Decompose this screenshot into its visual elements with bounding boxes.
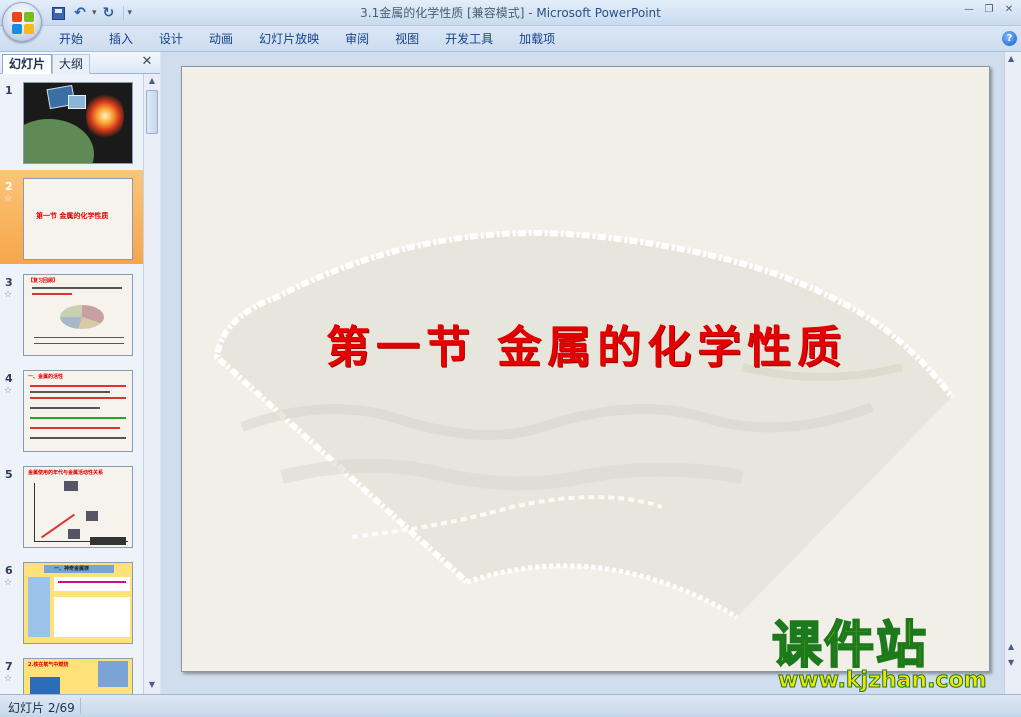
ribbon: 开始 插入 设计 动画 幻灯片放映 审阅 视图 开发工具 加载项 ? [0, 26, 1021, 52]
scroll-down-icon[interactable]: ▼ [147, 680, 157, 690]
slide-number: 5 [5, 468, 13, 481]
watermark-text: 课件站 [771, 615, 928, 675]
window-title-app: Microsoft PowerPoint [536, 6, 661, 20]
slide-editor: 第一节 金属的化学性质 ▲ ▲ ▼ [161, 52, 1021, 694]
scroll-thumb[interactable] [146, 90, 158, 134]
slide-thumbnail-1[interactable] [23, 82, 133, 164]
slide-thumbnail-2[interactable]: 第一节 金属的化学性质 [23, 178, 133, 260]
office-logo-icon [12, 12, 34, 34]
slide-number: 3 [5, 276, 13, 289]
slide-thumbnail-5[interactable]: 金属使用的年代与金属活动性关系 [23, 466, 133, 548]
animation-star-icon: ☆ [4, 674, 13, 684]
slide-thumbnails: 1 2 ☆ 第一节 金属的化学性质 3 ☆ 【复习回顾】 4 ☆ 一、金属的活性… [0, 74, 143, 694]
undo-icon: ↶ [74, 5, 86, 21]
slide-number: 6 [5, 564, 13, 577]
tab-animations[interactable]: 动画 [196, 26, 246, 52]
editor-scrollbar[interactable]: ▲ ▲ ▼ [1004, 52, 1021, 694]
scroll-up-icon[interactable]: ▲ [1008, 54, 1014, 63]
animation-star-icon: ☆ [4, 194, 13, 204]
window-controls: — ❐ ✕ [961, 3, 1017, 15]
tab-developer[interactable]: 开发工具 [432, 26, 506, 52]
status-separator [80, 698, 81, 714]
slide-thumbnail-row-selected[interactable]: 2 ☆ 第一节 金属的化学性质 [0, 170, 143, 264]
scroll-up-icon[interactable]: ▲ [147, 76, 157, 86]
animation-star-icon: ☆ [4, 386, 13, 396]
window-title: 3.1金属的化学性质 [兼容模式] - Microsoft PowerPoint [0, 0, 1021, 26]
slide-thumbnail-row[interactable]: 3 ☆ 【复习回顾】 [0, 266, 143, 360]
qat-separator [122, 6, 124, 20]
redo-button[interactable]: ↻ [99, 4, 119, 22]
slide-number: 2 [5, 180, 13, 193]
minimize-icon[interactable]: — [961, 3, 977, 15]
watermark-logo: 课件站 www.kjzhan.com [768, 615, 1008, 696]
tab-review[interactable]: 审阅 [332, 26, 382, 52]
slide-number: 7 [5, 660, 13, 673]
slide-counter: 幻灯片 2/69 [8, 701, 75, 715]
close-icon[interactable]: ✕ [1001, 3, 1017, 15]
pane-tabs: 幻灯片 大纲 ✕ [0, 52, 160, 74]
status-bar: 幻灯片 2/69 [0, 694, 1021, 717]
tab-outline[interactable]: 大纲 [52, 54, 91, 74]
slide-thumbnail-4[interactable]: 一、金属的活性 [23, 370, 133, 452]
prev-slide-icon[interactable]: ▲ [1008, 642, 1014, 651]
save-button[interactable] [48, 4, 68, 22]
thumb-title: 金属使用的年代与金属活动性关系 [28, 470, 104, 476]
slide-thumbnail-row[interactable]: 6 ☆ 一、神奇金属镁 [0, 554, 143, 648]
thumb-title: 一、金属的活性 [28, 374, 64, 380]
window-title-sep: - [524, 6, 537, 20]
tab-add-ins[interactable]: 加载项 [506, 26, 568, 52]
slide-thumbnail-7[interactable]: 2.铁在氧气中燃烧 [23, 658, 133, 694]
slides-pane: 幻灯片 大纲 ✕ 1 2 ☆ 第一节 金属的化学性质 3 ☆ 【复习回顾】 4 … [0, 52, 160, 694]
redo-icon: ↻ [102, 5, 115, 21]
thumb-background [24, 83, 132, 163]
undo-dropdown-icon[interactable]: ▾ [92, 8, 97, 18]
next-slide-icon[interactable]: ▼ [1008, 658, 1014, 667]
tab-design[interactable]: 设计 [146, 26, 196, 52]
tab-view[interactable]: 视图 [382, 26, 432, 52]
help-icon[interactable]: ? [1002, 31, 1017, 46]
slide-thumbnail-row[interactable]: 5 金属使用的年代与金属活动性关系 [0, 458, 143, 552]
undo-button[interactable]: ↶ [70, 4, 90, 22]
restore-icon[interactable]: ❐ [981, 3, 997, 15]
tab-slides[interactable]: 幻灯片 [2, 54, 53, 74]
slide-title[interactable]: 第一节 金属的化学性质 [182, 311, 989, 375]
title-bar: 3.1金属的化学性质 [兼容模式] - Microsoft PowerPoint… [0, 0, 1021, 26]
animation-star-icon: ☆ [4, 290, 13, 300]
slide-thumbnail-row[interactable]: 1 [0, 74, 143, 168]
thumb-title: 第一节 金属的化学性质 [36, 212, 109, 220]
thumb-title: 一、神奇金属镁 [54, 566, 90, 572]
watermark-url: www.kjzhan.com [778, 668, 988, 694]
office-button[interactable] [2, 2, 42, 42]
slide-number: 1 [5, 84, 13, 97]
thumb-title: 2.铁在氧气中燃烧 [28, 662, 69, 668]
window-title-doc: 3.1金属的化学性质 [兼容模式] [360, 6, 525, 20]
save-icon [51, 6, 65, 20]
customize-qat-icon[interactable]: ▾ [128, 8, 133, 18]
tab-home[interactable]: 开始 [46, 26, 96, 52]
slide-thumbnail-3[interactable]: 【复习回顾】 [23, 274, 133, 356]
thumb-title: 【复习回顾】 [28, 278, 59, 284]
quick-access-toolbar: ↶ ▾ ↻ ▾ [48, 4, 132, 22]
current-slide[interactable]: 第一节 金属的化学性质 [181, 66, 990, 672]
tab-insert[interactable]: 插入 [96, 26, 146, 52]
slide-number: 4 [5, 372, 13, 385]
animation-star-icon: ☆ [4, 578, 13, 588]
slide-thumbnail-row[interactable]: 4 ☆ 一、金属的活性 [0, 362, 143, 456]
thumbnails-scrollbar[interactable]: ▲ ▼ [143, 74, 160, 694]
slide-thumbnail-6[interactable]: 一、神奇金属镁 [23, 562, 133, 644]
tab-slide-show[interactable]: 幻灯片放映 [246, 26, 332, 52]
ribbon-tabs: 开始 插入 设计 动画 幻灯片放映 审阅 视图 开发工具 加载项 [46, 26, 568, 52]
close-pane-icon[interactable]: ✕ [140, 55, 154, 69]
slide-thumbnail-row[interactable]: 7 ☆ 2.铁在氧气中燃烧 [0, 650, 143, 694]
